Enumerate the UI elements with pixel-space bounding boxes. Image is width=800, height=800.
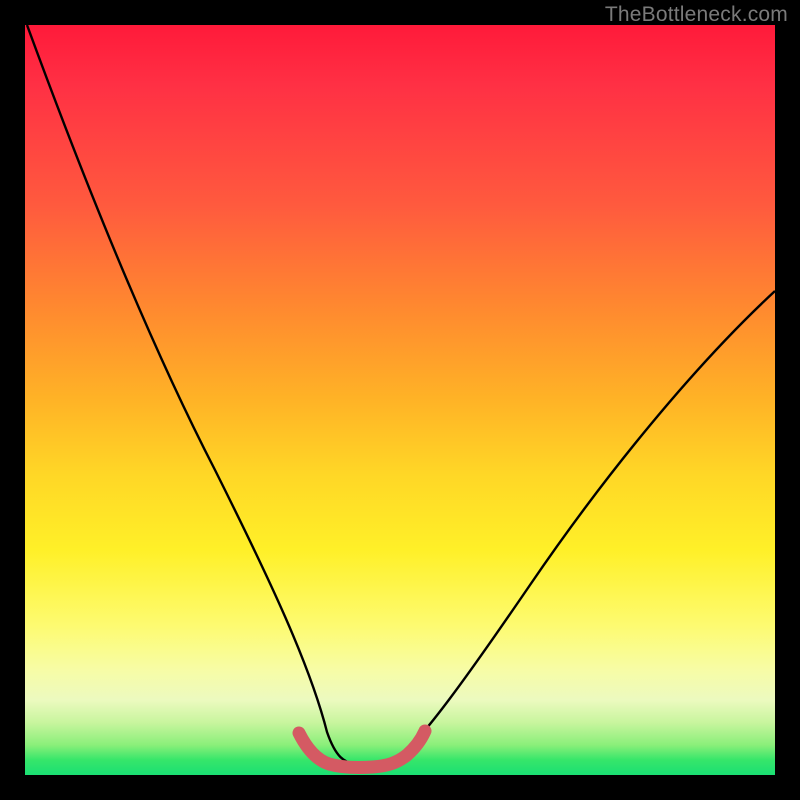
watermark-text: TheBottleneck.com: [605, 3, 788, 27]
curve-layer: [25, 25, 775, 775]
outer-frame: TheBottleneck.com: [0, 0, 800, 800]
bottleneck-curve: [27, 25, 775, 765]
valley-highlight: [299, 731, 425, 768]
plot-area: [25, 25, 775, 775]
